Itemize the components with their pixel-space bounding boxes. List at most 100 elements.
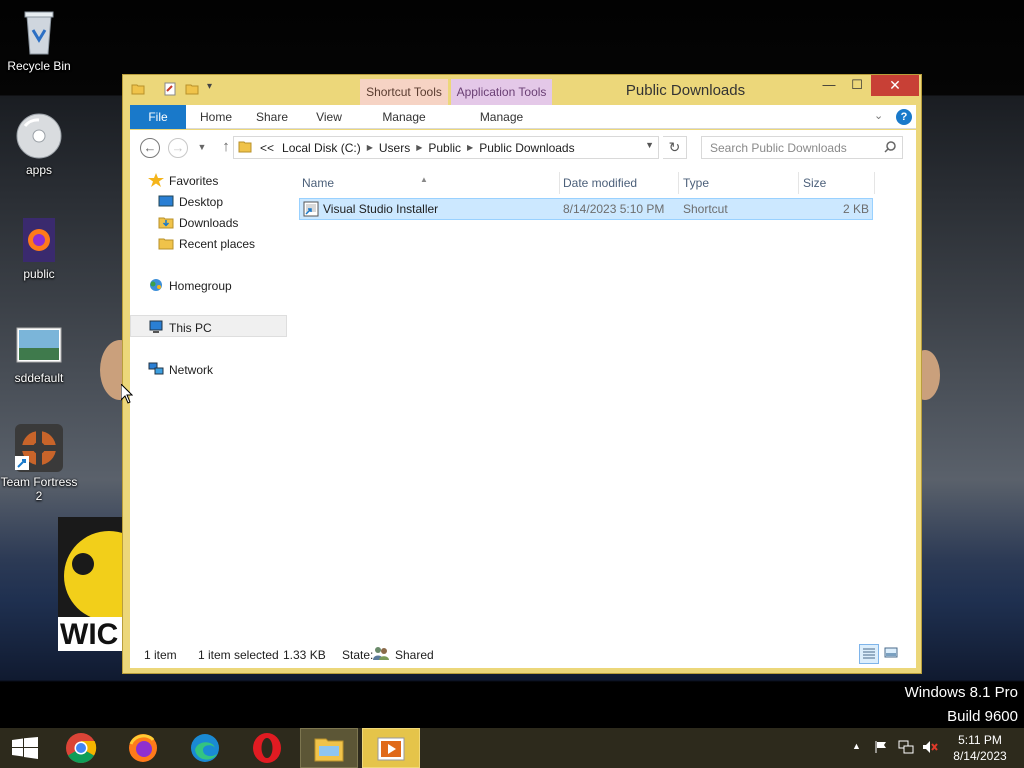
- desktop-icon-team-fortress-2[interactable]: Team Fortress 2: [0, 424, 78, 503]
- network-status-icon[interactable]: [898, 740, 914, 757]
- taskbar-file-explorer[interactable]: [300, 728, 358, 768]
- tab-manage-application[interactable]: Manage: [451, 105, 552, 129]
- address-bar[interactable]: << Local Disk (C:) ▶ Users ▶ Public ▶ Pu…: [233, 136, 659, 159]
- nav-desktop[interactable]: Desktop: [158, 192, 223, 212]
- column-type-label: Type: [683, 176, 710, 190]
- windows-version-watermark: Windows 8.1 Pro: [904, 684, 1018, 701]
- navigation-pane: Favorites Desktop Downloads Recent place…: [130, 164, 291, 640]
- back-button[interactable]: ←: [140, 138, 160, 158]
- desktop-icon-label: apps: [25, 163, 53, 177]
- breadcrumb-separator-icon[interactable]: ▶: [414, 143, 424, 152]
- downloads-icon: [158, 215, 174, 229]
- windows-logo-icon: [12, 737, 38, 759]
- nav-favorites[interactable]: Favorites: [148, 171, 218, 191]
- file-list: Name ▲ Date modified Type Size Visual St…: [298, 164, 916, 640]
- maximize-button[interactable]: ☐: [843, 75, 871, 96]
- large-icons-view-button[interactable]: [882, 644, 902, 664]
- search-input[interactable]: Search Public Downloads: [701, 136, 903, 159]
- nav-recent-places[interactable]: Recent places: [158, 234, 255, 254]
- desktop-icon-label: sddefault: [14, 371, 64, 385]
- details-view-button[interactable]: [859, 644, 879, 664]
- table-row[interactable]: Visual Studio Installer 8/14/2023 5:10 P…: [299, 198, 873, 220]
- nav-network[interactable]: Network: [148, 360, 213, 380]
- close-button[interactable]: ✕: [871, 75, 919, 96]
- file-name: Visual Studio Installer: [323, 202, 439, 216]
- desktop-icon-label: public: [23, 267, 55, 281]
- column-header-size[interactable]: Size: [799, 172, 875, 194]
- address-history-dropdown[interactable]: ▼: [645, 140, 654, 150]
- tab-manage-shortcut[interactable]: Manage: [360, 105, 448, 129]
- nav-downloads[interactable]: Downloads: [158, 213, 238, 233]
- homegroup-icon: [148, 278, 164, 291]
- contextual-tab-application-tools: Application Tools: [451, 79, 552, 105]
- recent-places-icon: [158, 236, 174, 250]
- media-player-icon: [377, 737, 405, 761]
- close-icon: ✕: [889, 77, 901, 93]
- computer-icon: [148, 320, 164, 333]
- breadcrumb-overflow[interactable]: <<: [256, 141, 278, 155]
- column-header-name[interactable]: Name ▲: [298, 172, 560, 194]
- tab-file[interactable]: File: [130, 105, 186, 129]
- star-icon: [148, 173, 164, 187]
- properties-icon[interactable]: [163, 82, 177, 99]
- nav-this-pc-item[interactable]: This PC: [148, 318, 212, 338]
- nav-homegroup[interactable]: Homegroup: [148, 276, 232, 296]
- title-bar[interactable]: ▾ Shortcut Tools Application Tools Publi…: [123, 75, 921, 105]
- help-icon[interactable]: ?: [896, 109, 912, 125]
- explorer-content: Favorites Desktop Downloads Recent place…: [130, 164, 916, 640]
- desktop-icon-recycle-bin[interactable]: Recycle Bin: [0, 8, 78, 73]
- tab-home[interactable]: Home: [188, 105, 244, 129]
- show-hidden-icons-button[interactable]: ▲: [852, 741, 861, 751]
- status-selected-size: 1.33 KB: [283, 648, 326, 662]
- taskbar: ▲ 5:11 PM 8/14/2023: [0, 728, 1024, 768]
- taskbar-chrome[interactable]: [52, 728, 110, 768]
- shared-users-icon: [373, 646, 389, 664]
- ribbon-tabs: File Home Share View Manage Manage ⌄ ?: [130, 105, 916, 129]
- desktop-icon: [158, 194, 174, 207]
- edge-icon: [191, 734, 219, 762]
- partial-logo-text: WIC: [60, 618, 119, 651]
- desktop-icon-public[interactable]: public: [0, 216, 78, 281]
- minimize-button[interactable]: —: [815, 75, 843, 96]
- breadcrumb-users[interactable]: Users: [375, 141, 414, 155]
- taskbar-edge[interactable]: [176, 728, 234, 768]
- folder-icon: [238, 140, 252, 156]
- refresh-button[interactable]: ↻: [663, 136, 687, 159]
- column-header-type[interactable]: Type: [679, 172, 799, 194]
- breadcrumb-local-disk[interactable]: Local Disk (C:): [278, 141, 365, 155]
- search-icon[interactable]: [884, 141, 896, 156]
- nav-favorites-label: Favorites: [169, 174, 219, 188]
- start-button[interactable]: [0, 728, 50, 768]
- chrome-icon: [66, 733, 97, 764]
- breadcrumb-separator-icon[interactable]: ▶: [465, 143, 475, 152]
- taskbar-clock[interactable]: 5:11 PM 8/14/2023: [940, 732, 1020, 764]
- clock-time: 5:11 PM: [958, 733, 1002, 747]
- opera-icon: [253, 733, 281, 763]
- details-view-icon: [863, 648, 875, 659]
- action-center-flag-icon[interactable]: [874, 740, 888, 757]
- taskbar-opera[interactable]: [238, 728, 296, 768]
- column-date-label: Date modified: [563, 176, 638, 190]
- volume-muted-icon[interactable]: [922, 740, 938, 757]
- team-fortress-2-icon: [15, 424, 63, 472]
- tab-view[interactable]: View: [302, 105, 356, 129]
- nav-network-label: Network: [169, 363, 214, 377]
- firefox-file-icon: [15, 216, 63, 264]
- column-header-date-modified[interactable]: Date modified: [559, 172, 679, 194]
- taskbar-firefox[interactable]: [114, 728, 172, 768]
- taskbar-media-player[interactable]: [362, 728, 420, 768]
- breadcrumb-separator-icon[interactable]: ▶: [365, 143, 375, 152]
- nav-desktop-label: Desktop: [179, 195, 224, 209]
- forward-button[interactable]: →: [168, 138, 188, 158]
- file-type: Shortcut: [683, 202, 728, 216]
- customize-toolbar-icon[interactable]: ▾: [207, 81, 212, 92]
- desktop-icon-sddefault[interactable]: sddefault: [0, 320, 78, 385]
- new-folder-icon[interactable]: [185, 82, 199, 99]
- desktop-icon-apps[interactable]: apps: [0, 112, 78, 177]
- recent-locations-button[interactable]: ▼: [192, 138, 212, 158]
- expand-ribbon-icon[interactable]: ⌄: [874, 109, 883, 122]
- maximize-icon: ☐: [851, 77, 863, 92]
- breadcrumb-public-downloads[interactable]: Public Downloads: [475, 141, 578, 155]
- tab-share[interactable]: Share: [246, 105, 298, 129]
- breadcrumb-public[interactable]: Public: [424, 141, 465, 155]
